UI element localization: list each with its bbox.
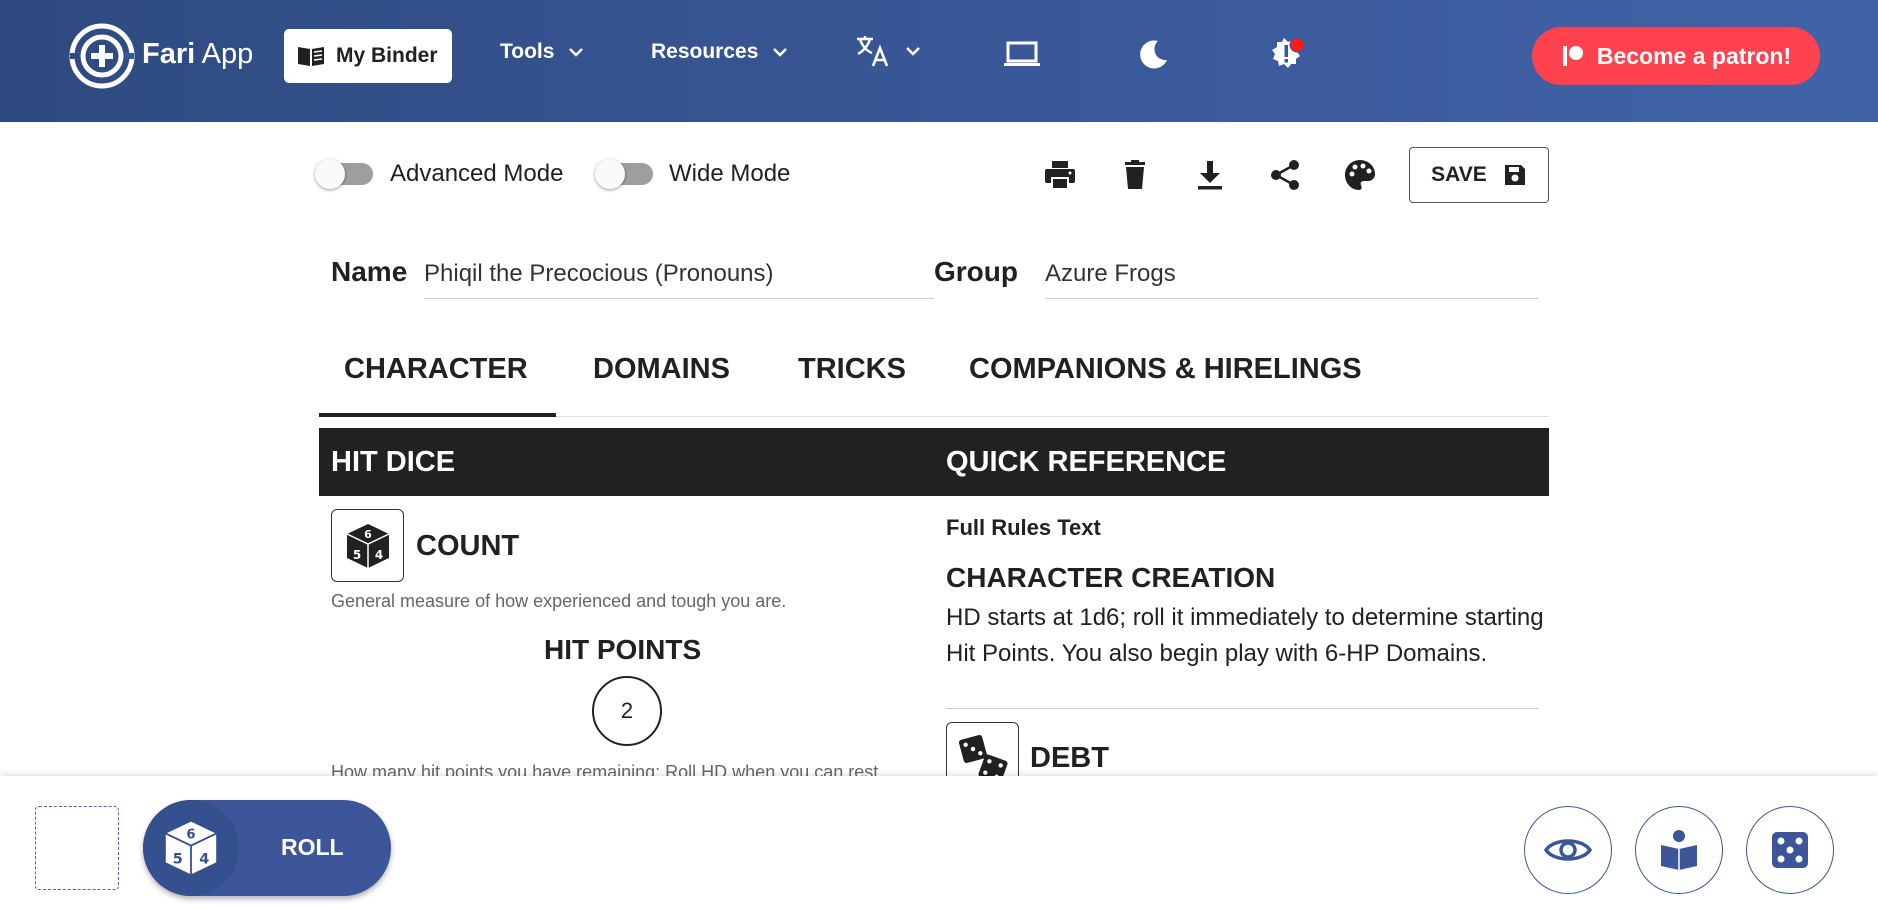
svg-text:6: 6 <box>364 528 372 541</box>
hit-points-title: HIT POINTS <box>544 634 702 665</box>
view-button[interactable] <box>1524 806 1612 894</box>
chevron-down-icon <box>569 48 584 57</box>
count-title: COUNT <box>416 530 520 562</box>
group-label: Group <box>934 256 1018 287</box>
tab-bar: CHARACTER DOMAINS TRICKS COMPANIONS & HI… <box>319 343 1549 417</box>
download-icon[interactable] <box>1193 158 1227 192</box>
hit-dice-section-title: HIT DICE <box>331 446 456 478</box>
name-field[interactable]: Phiqil the Precocious (Pronouns) <box>424 260 934 299</box>
notification-icon[interactable] <box>1268 36 1308 72</box>
full-rules-text-link[interactable]: Full Rules Text <box>946 515 1101 541</box>
svg-text:6: 6 <box>186 827 195 842</box>
section-header-bar <box>319 428 1549 496</box>
person-reading-icon <box>1661 830 1697 870</box>
group-field[interactable]: Azure Frogs <box>1045 260 1538 299</box>
count-dice-button[interactable]: 6 5 4 <box>331 509 404 582</box>
dice-icon <box>1772 832 1808 868</box>
quick-reference-section-title: QUICK REFERENCE <box>946 446 1227 478</box>
resources-menu[interactable]: Resources <box>651 40 788 64</box>
language-menu[interactable] <box>855 34 921 68</box>
roll-button[interactable]: 6 5 4 ROLL <box>143 800 391 896</box>
delete-icon[interactable] <box>1118 158 1152 192</box>
tab-character[interactable]: CHARACTER <box>344 353 528 386</box>
character-creation-heading: CHARACTER CREATION <box>946 562 1276 593</box>
top-nav: Fari App My Binder Tools Resources Becom… <box>0 0 1878 122</box>
active-tab-indicator <box>319 413 556 417</box>
laptop-icon[interactable] <box>1003 40 1041 68</box>
tab-tricks[interactable]: TRICKS <box>798 353 906 386</box>
chevron-down-icon <box>773 48 788 57</box>
wide-mode-toggle[interactable] <box>595 159 653 189</box>
dice-pool-slot[interactable] <box>35 806 119 890</box>
reader-button[interactable] <box>1635 806 1723 894</box>
divider <box>946 708 1538 709</box>
translate-icon <box>857 36 889 67</box>
my-binder-button[interactable]: My Binder <box>284 29 452 83</box>
dark-mode-icon[interactable] <box>1138 38 1170 70</box>
book-icon <box>298 47 324 66</box>
count-helper-text: General measure of how experienced and t… <box>331 591 787 611</box>
svg-text:5: 5 <box>173 852 183 868</box>
tab-companions-hirelings[interactable]: COMPANIONS & HIRELINGS <box>969 353 1362 386</box>
hit-points-counter[interactable]: 2 <box>592 676 662 746</box>
palette-icon[interactable] <box>1343 158 1377 192</box>
svg-text:4: 4 <box>199 852 209 868</box>
debt-title: DEBT <box>1030 742 1109 774</box>
d6-dice-icon: 6 5 4 <box>346 523 389 568</box>
chevron-down-icon <box>906 47 920 56</box>
name-label: Name <box>331 256 408 287</box>
wide-mode-label: Wide Mode <box>669 160 791 187</box>
print-icon[interactable] <box>1043 158 1077 192</box>
roll-label: ROLL <box>281 834 344 860</box>
eye-icon <box>1544 839 1592 861</box>
advanced-mode-toggle[interactable] <box>315 159 373 189</box>
patreon-icon <box>1562 46 1583 66</box>
advanced-mode-label: Advanced Mode <box>390 160 564 187</box>
tools-menu[interactable]: Tools <box>500 40 584 64</box>
become-patron-button[interactable]: Become a patron! <box>1532 27 1820 85</box>
tab-domains[interactable]: DOMAINS <box>593 353 730 386</box>
fari-logo-icon[interactable] <box>66 20 138 92</box>
dice-button[interactable] <box>1746 806 1834 894</box>
svg-text:5: 5 <box>352 548 360 562</box>
svg-text:4: 4 <box>374 548 382 562</box>
app-name[interactable]: Fari App <box>142 38 253 71</box>
roll-dice-icon: 6 5 4 <box>143 800 239 896</box>
save-button[interactable]: SAVE <box>1409 147 1549 203</box>
character-creation-text: HD starts at 1d6; roll it immediately to… <box>946 604 1544 667</box>
save-icon <box>1504 165 1525 185</box>
share-icon[interactable] <box>1268 158 1302 192</box>
